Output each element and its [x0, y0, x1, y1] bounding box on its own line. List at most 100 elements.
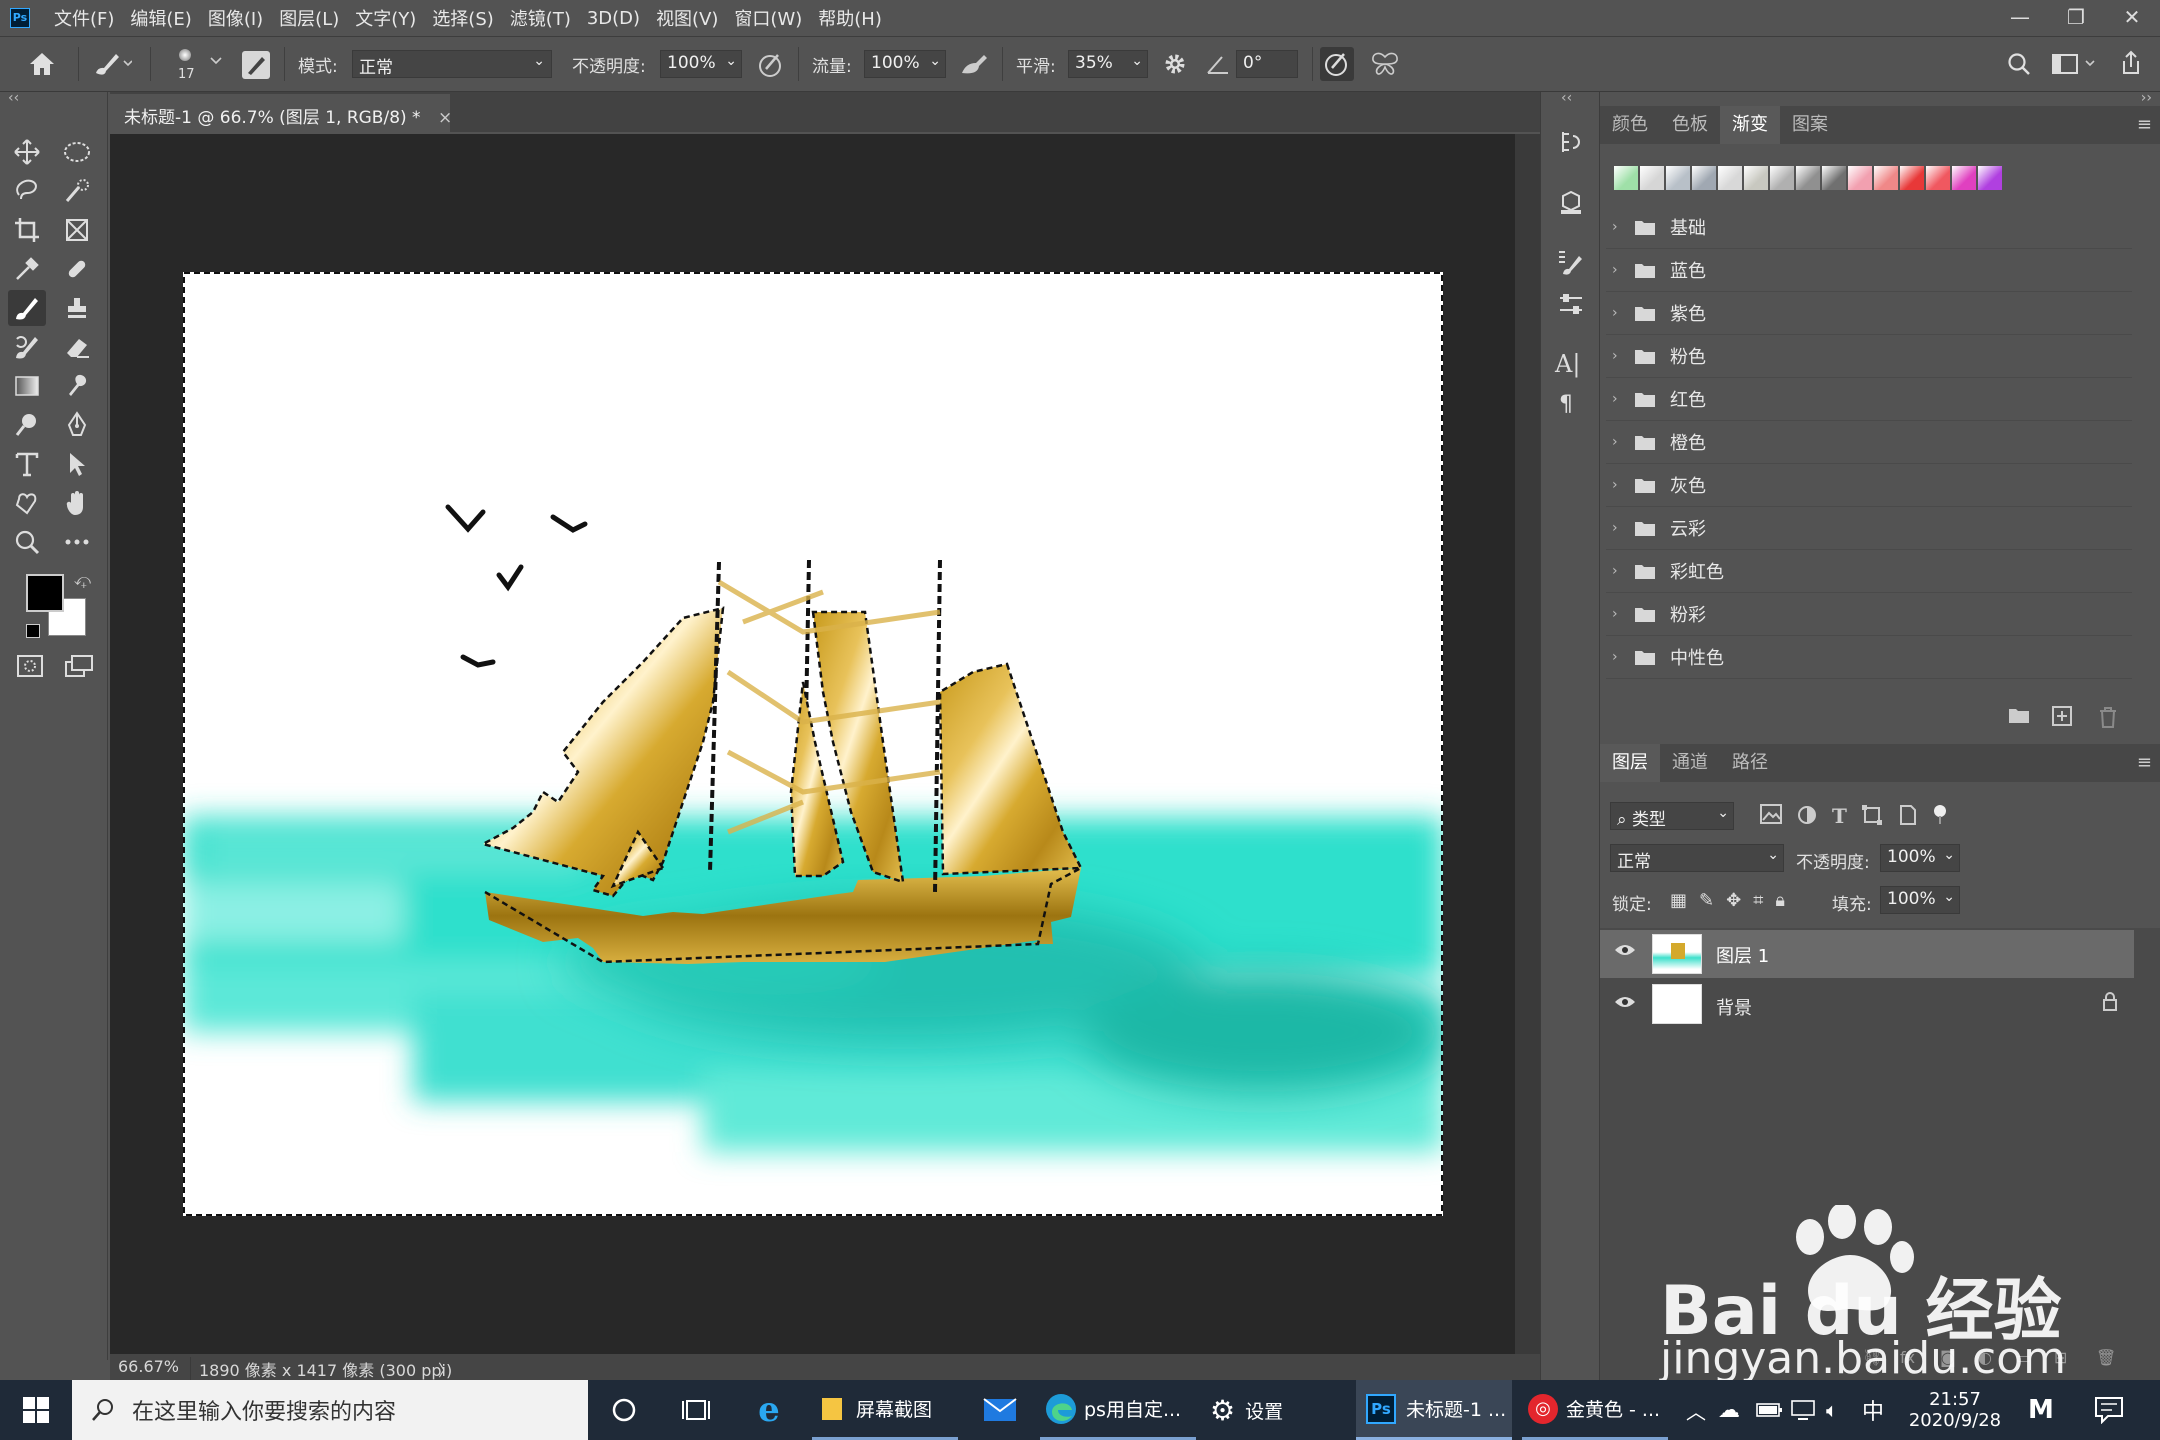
- menu-3d[interactable]: 3D(D): [579, 8, 648, 29]
- brush-tool-preset-icon[interactable]: [92, 51, 133, 81]
- angle-input[interactable]: 0°: [1236, 50, 1298, 78]
- new-gradient-icon[interactable]: [2052, 706, 2072, 730]
- ps-app-icon[interactable]: Ps: [10, 8, 30, 28]
- document-canvas[interactable]: [183, 272, 1443, 1216]
- tab-color[interactable]: 颜色: [1600, 106, 1660, 144]
- document-tab[interactable]: 未标题-1 @ 66.7% (图层 1, RGB/8) * ×: [110, 94, 452, 132]
- home-icon[interactable]: [28, 51, 56, 81]
- menu-window[interactable]: 窗口(W): [726, 5, 810, 31]
- gradient-group[interactable]: › 灰色: [1606, 464, 2132, 507]
- menu-view[interactable]: 视图(V): [648, 5, 726, 31]
- opacity-input[interactable]: 100% ⌄: [660, 50, 742, 78]
- show-hidden-icons[interactable]: ︿: [1686, 1380, 1706, 1440]
- chevron-right-icon[interactable]: ›: [1612, 563, 1630, 579]
- minimize-button[interactable]: —: [1992, 0, 2048, 36]
- airbrush-icon[interactable]: [958, 51, 990, 83]
- gradient-swatch[interactable]: [1952, 166, 1976, 190]
- tab-swatches[interactable]: 色板: [1660, 106, 1720, 144]
- blend-mode-select[interactable]: 正常 ⌄: [1610, 844, 1784, 872]
- adjustments-panel-icon[interactable]: [1557, 290, 1585, 322]
- brush-settings-icon[interactable]: [242, 51, 270, 79]
- gradient-swatch[interactable]: [1640, 166, 1664, 190]
- menu-select[interactable]: 选择(S): [424, 5, 501, 31]
- lasso-icon[interactable]: [8, 173, 46, 209]
- chevron-right-icon[interactable]: ›: [1612, 649, 1630, 665]
- gradient-swatch[interactable]: [1666, 166, 1690, 190]
- frame-icon[interactable]: [58, 212, 96, 248]
- layer-filter-select[interactable]: ⌕ 类型 ⌄: [1610, 802, 1734, 830]
- tab-layers[interactable]: 图层: [1600, 744, 1660, 782]
- workspace-icon[interactable]: [2052, 53, 2100, 79]
- menu-edit[interactable]: 编辑(E): [122, 5, 199, 31]
- canvas-area[interactable]: [110, 134, 1515, 1354]
- eye-icon[interactable]: [1614, 942, 1636, 962]
- default-colors-icon[interactable]: [26, 624, 40, 638]
- trash-icon[interactable]: 🗑︎: [2096, 1348, 2116, 1367]
- gradient-group[interactable]: › 橙色: [1606, 421, 2132, 464]
- panel-menu-icon[interactable]: ≡: [2137, 752, 2152, 773]
- ie-icon[interactable]: e: [744, 1380, 794, 1440]
- clock[interactable]: 21:57 2020/9/28: [1900, 1380, 2010, 1440]
- elliptical-marquee-icon[interactable]: [58, 134, 96, 170]
- gradient-swatch[interactable]: [1926, 166, 1950, 190]
- gradient-swatch[interactable]: [1900, 166, 1924, 190]
- type-icon[interactable]: [8, 446, 46, 482]
- gradient-group[interactable]: › 蓝色: [1606, 249, 2132, 292]
- trash-icon[interactable]: [2098, 706, 2118, 732]
- chevron-right-icon[interactable]: ›: [1612, 477, 1630, 493]
- eyedropper-icon[interactable]: [8, 251, 46, 287]
- tab-patterns[interactable]: 图案: [1780, 106, 1840, 144]
- gradient-swatch[interactable]: [1614, 166, 1638, 190]
- layer-opacity-input[interactable]: 100% ⌄: [1880, 844, 1960, 872]
- cloud-icon[interactable]: ☁: [1718, 1380, 1740, 1440]
- gradient-group[interactable]: › 云彩: [1606, 507, 2132, 550]
- gradient-group[interactable]: › 基础: [1606, 206, 2132, 249]
- dodge-icon[interactable]: [8, 407, 46, 443]
- layer-row[interactable]: 图层 1: [1600, 930, 2134, 978]
- gradient-swatch[interactable]: [1822, 166, 1846, 190]
- flow-input[interactable]: 100% ⌄: [864, 50, 946, 78]
- foreground-color-swatch[interactable]: [26, 574, 64, 612]
- mode-select[interactable]: 正常 ⌄: [352, 50, 552, 78]
- battery-icon[interactable]: [1756, 1380, 1782, 1440]
- gradient-group[interactable]: › 粉彩: [1606, 593, 2132, 636]
- history-brush-icon[interactable]: [8, 329, 46, 365]
- restore-button[interactable]: ❐: [2048, 0, 2104, 36]
- mail-icon[interactable]: [976, 1380, 1024, 1440]
- collapse-icon[interactable]: ››: [2141, 90, 2152, 106]
- layer-row[interactable]: 背景: [1600, 980, 2134, 1028]
- close-window-button[interactable]: ✕: [2104, 0, 2160, 36]
- search-icon[interactable]: [2006, 51, 2032, 81]
- taskbar-app-edge[interactable]: ps用自定...: [1040, 1380, 1196, 1440]
- status-menu-arrow[interactable]: 〉: [438, 1357, 454, 1381]
- chevron-right-icon[interactable]: ›: [1612, 305, 1630, 321]
- zoom-level[interactable]: 66.67%: [118, 1357, 179, 1376]
- swap-colors-icon[interactable]: ⤽: [74, 570, 91, 590]
- menu-help[interactable]: 帮助(H): [810, 5, 890, 31]
- chevron-right-icon[interactable]: ›: [1612, 348, 1630, 364]
- gradient-swatch[interactable]: [1718, 166, 1742, 190]
- collapse-icon[interactable]: ‹‹: [8, 90, 19, 106]
- zoom-icon[interactable]: [8, 524, 46, 560]
- chevron-right-icon[interactable]: ›: [1612, 391, 1630, 407]
- smooth-input[interactable]: 35% ⌄: [1068, 50, 1148, 78]
- gradient-group[interactable]: › 红色: [1606, 378, 2132, 421]
- pressure-opacity-icon[interactable]: [756, 51, 786, 83]
- type-filter-icon[interactable]: T: [1832, 804, 1847, 830]
- healing-brush-icon[interactable]: [58, 251, 96, 287]
- taskbar-app-browser[interactable]: ◎ 金黄色 - ...: [1522, 1380, 1668, 1440]
- symmetry-butterfly-icon[interactable]: [1370, 51, 1400, 81]
- new-group-icon[interactable]: [2008, 706, 2030, 728]
- character-panel-icon[interactable]: A|: [1555, 350, 1580, 378]
- screen-mode-icon[interactable]: [64, 654, 94, 684]
- gradient-group[interactable]: › 紫色: [1606, 292, 2132, 335]
- fill-input[interactable]: 100% ⌄: [1880, 886, 1960, 914]
- hand-icon[interactable]: [58, 485, 96, 521]
- start-button[interactable]: [0, 1380, 72, 1440]
- filter-toggle-icon[interactable]: [1933, 804, 1947, 830]
- close-tab-button[interactable]: ×: [438, 108, 452, 128]
- gradient-icon[interactable]: [8, 368, 46, 404]
- chevron-right-icon[interactable]: ›: [1612, 520, 1630, 536]
- quick-selection-icon[interactable]: [58, 173, 96, 209]
- taskbar-app-settings[interactable]: ⚙ 设置: [1206, 1380, 1346, 1440]
